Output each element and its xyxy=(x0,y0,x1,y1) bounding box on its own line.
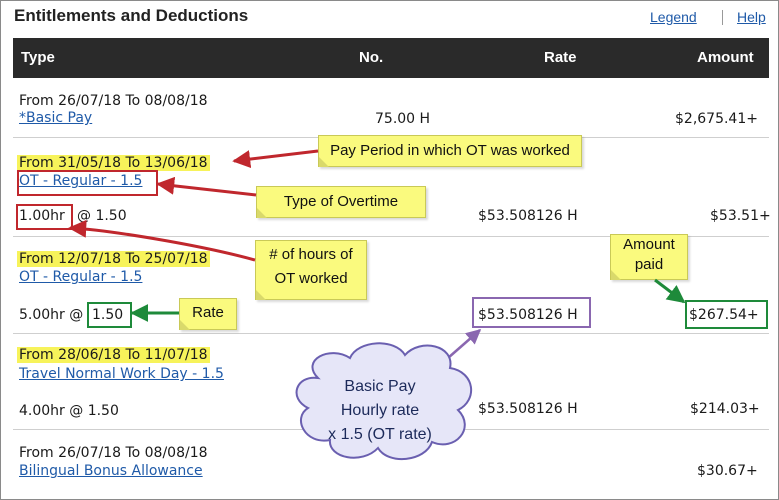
note-amount: Amount paid xyxy=(610,234,688,280)
row-period: From 26/07/18 To 08/08/18 xyxy=(19,93,208,109)
note-pay-period: Pay Period in which OT was worked xyxy=(318,135,582,167)
note-fold xyxy=(180,320,190,330)
cloud-line1: Basic Pay xyxy=(344,378,416,395)
row-multiplier: @ 1.50 xyxy=(77,208,127,224)
row-hours: 5.00hr @ xyxy=(19,307,84,323)
note-hours: # of hours of OT worked xyxy=(255,240,367,300)
cloud-line3: x 1.5 (OT rate) xyxy=(328,426,432,443)
cloud-line2: Hourly rate xyxy=(340,402,420,419)
row-rate: $53.508126 H xyxy=(478,208,578,224)
note-rate: Rate xyxy=(179,298,237,330)
row-period: From 31/05/18 To 13/06/18 xyxy=(17,155,210,171)
rate-multiplier-box xyxy=(87,302,132,328)
table-row: From 26/07/18 To 08/08/18 *Basic Pay 75.… xyxy=(13,78,769,138)
help-link[interactable]: Help xyxy=(737,9,766,25)
note-pay-period-text: Pay Period in which OT was worked xyxy=(330,142,570,159)
note-hours-line2: OT worked xyxy=(274,270,348,287)
cloud-annotation: Basic Pay Hourly rate x 1.5 (OT rate) xyxy=(300,375,460,447)
page-title: Entitlements and Deductions xyxy=(14,6,249,25)
note-amount-line1: Amount xyxy=(623,236,675,253)
note-type-of-ot-text: Type of Overtime xyxy=(283,193,399,210)
row-item-link[interactable]: *Basic Pay xyxy=(19,110,92,126)
legend-link[interactable]: Legend xyxy=(650,9,697,25)
row-period: From 12/07/18 To 25/07/18 xyxy=(17,251,210,267)
row-amount: $53.51+ xyxy=(710,208,771,224)
row-period: From 26/07/18 To 08/08/18 xyxy=(19,445,208,461)
note-rate-text: Rate xyxy=(192,304,224,321)
table-header: Type No. Rate Amount xyxy=(13,38,769,78)
column-amount: Amount xyxy=(697,49,754,66)
amount-box xyxy=(685,300,768,329)
column-type: Type xyxy=(21,49,55,66)
row-rate: $53.508126 H xyxy=(478,401,578,417)
row-item-link[interactable]: Bilingual Bonus Allowance xyxy=(19,463,203,479)
hours-box xyxy=(16,204,73,230)
row-amount: $30.67+ xyxy=(697,463,758,479)
note-fold xyxy=(257,208,267,218)
row-hours: 4.00hr @ 1.50 xyxy=(19,403,119,419)
note-amount-line2: paid xyxy=(634,256,664,273)
rate-box xyxy=(472,297,591,328)
column-no: No. xyxy=(359,49,384,66)
row-item-link[interactable]: OT - Regular - 1.5 xyxy=(19,269,142,285)
row-period: From 28/06/18 To 11/07/18 xyxy=(17,347,210,363)
row-amount: $2,675.41+ xyxy=(675,111,758,127)
note-hours-line1: # of hours of xyxy=(269,246,353,263)
note-fold xyxy=(319,157,329,167)
note-fold xyxy=(611,270,621,280)
note-fold xyxy=(256,290,266,300)
ot-type-box xyxy=(17,170,158,196)
row-item-link[interactable]: Travel Normal Work Day - 1.5 xyxy=(19,366,224,382)
row-amount: $214.03+ xyxy=(690,401,760,417)
row-no: 75.00 H xyxy=(375,111,431,127)
link-divider xyxy=(722,10,723,25)
note-type-of-ot: Type of Overtime xyxy=(256,186,426,218)
column-rate: Rate xyxy=(544,49,577,66)
